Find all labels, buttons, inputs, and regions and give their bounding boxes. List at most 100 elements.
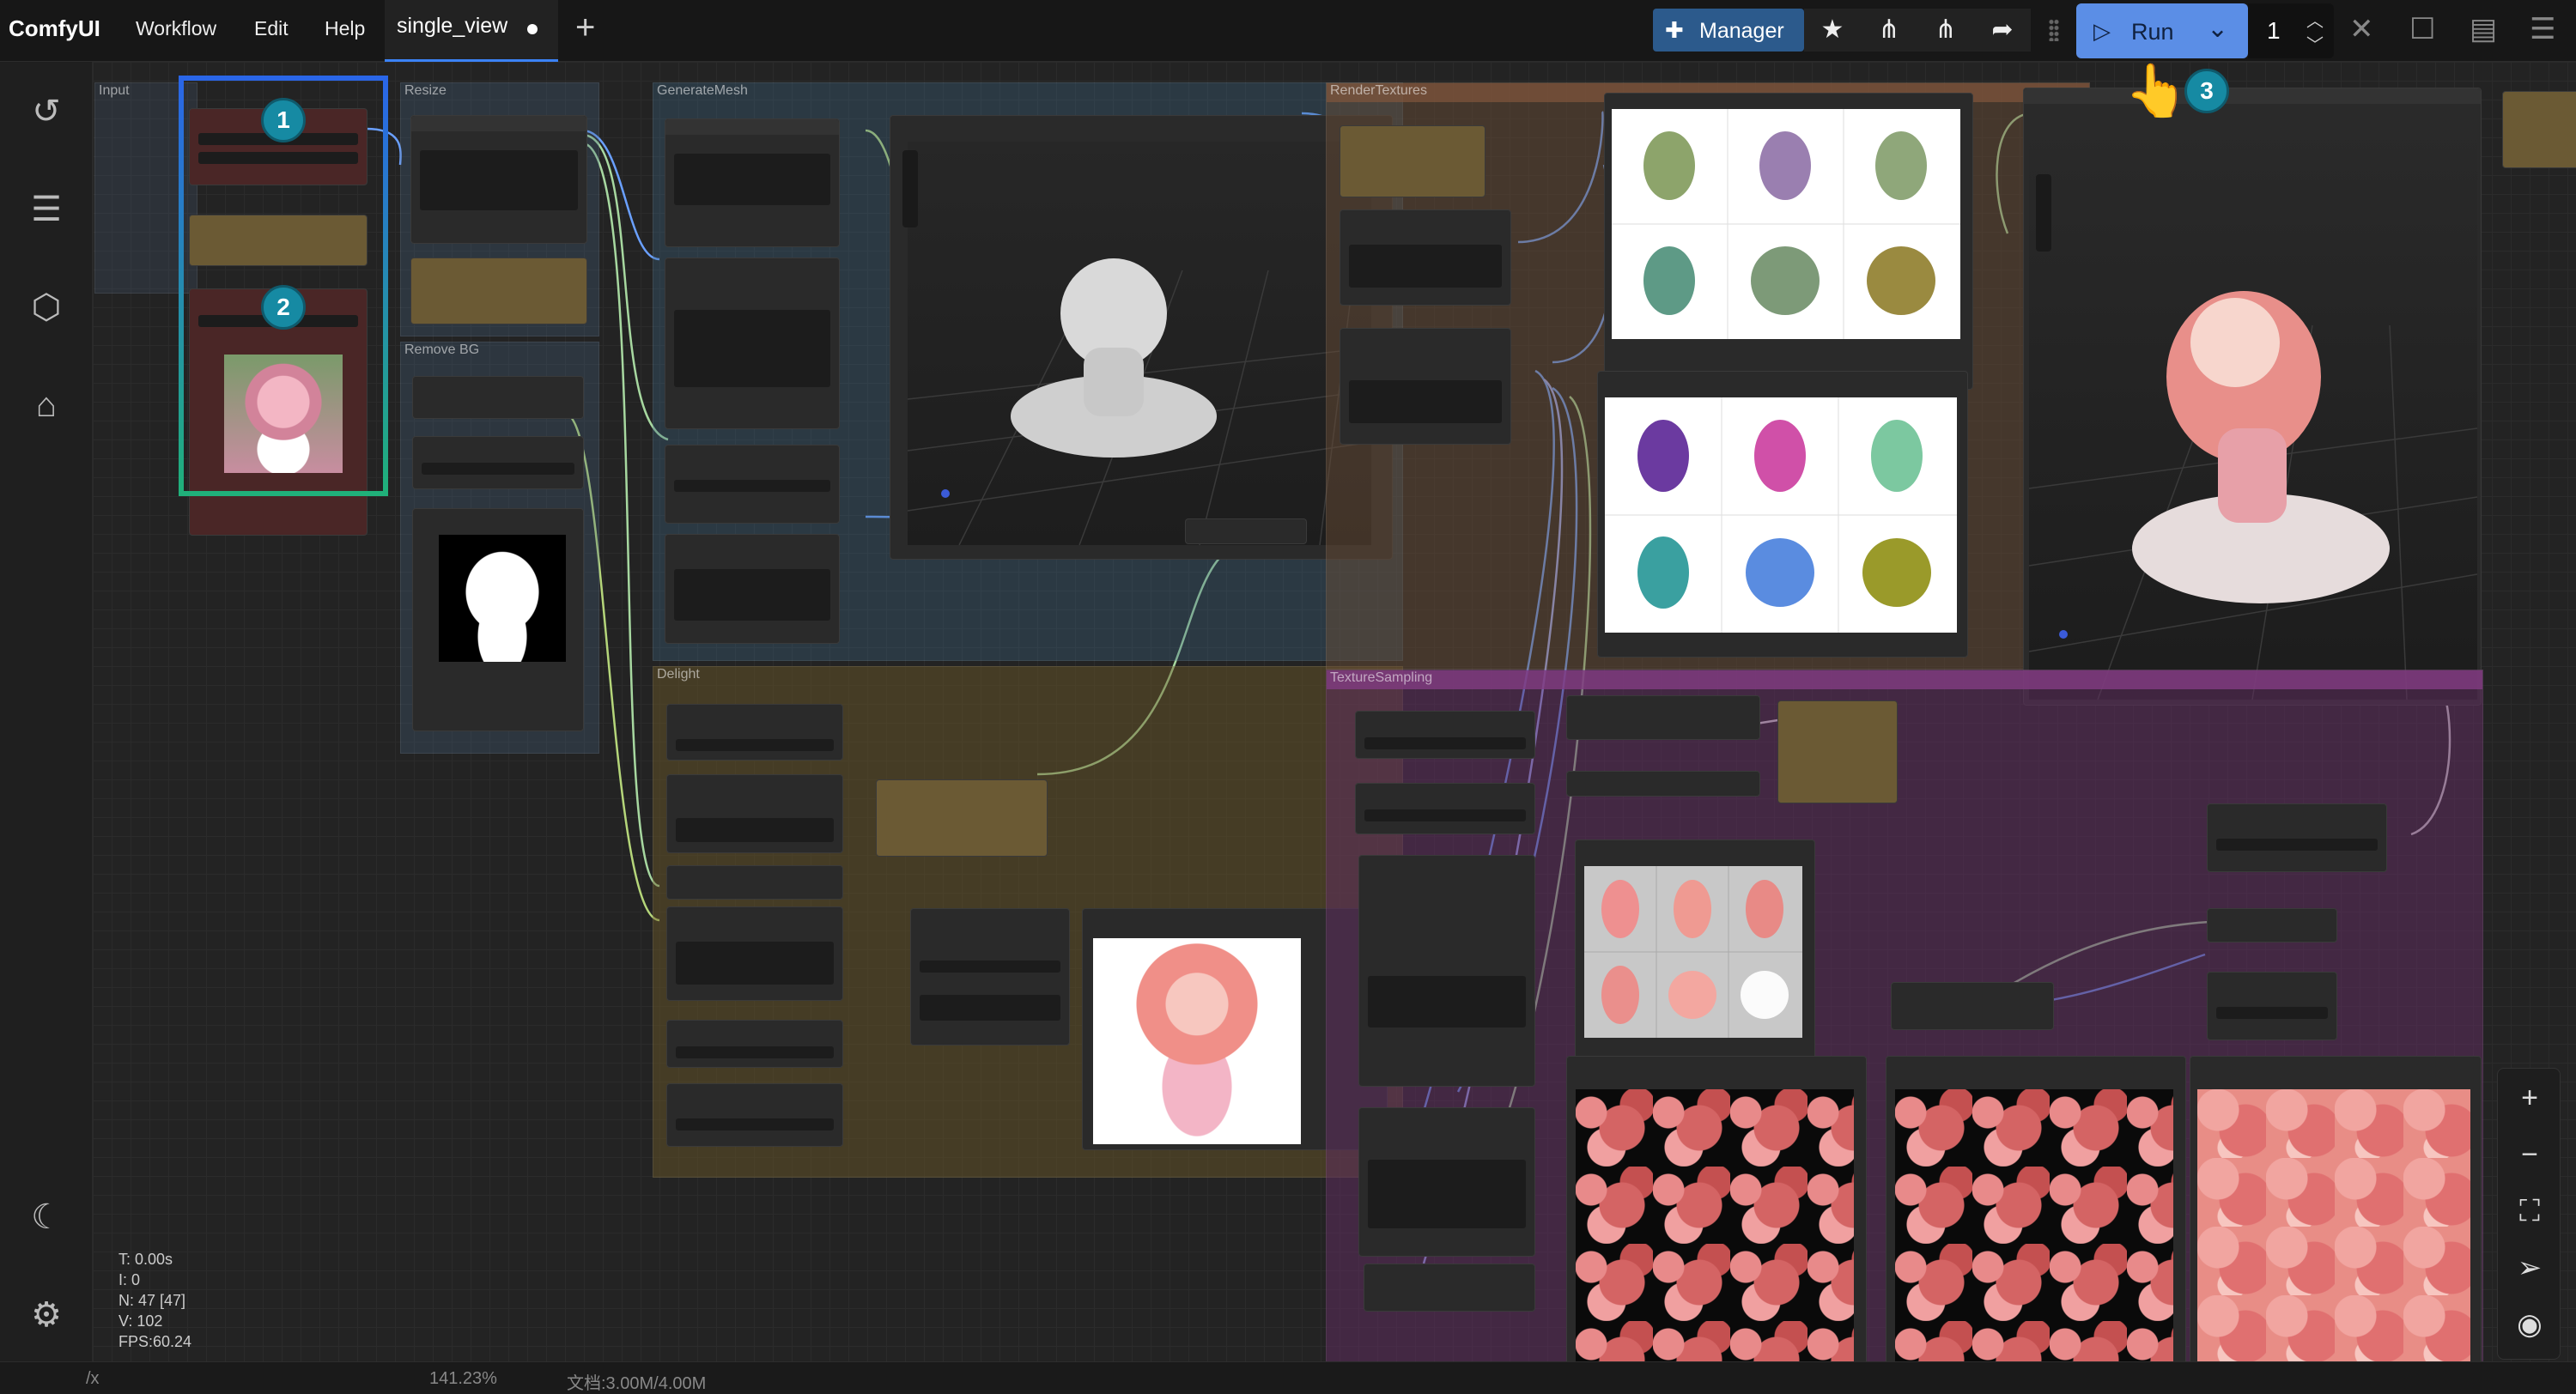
- texture-map-image-1: [1576, 1089, 1854, 1367]
- mesh-sampler-node[interactable]: [665, 258, 840, 429]
- panel-icon[interactable]: ▤: [2470, 12, 2497, 46]
- texture-combine-node[interactable]: [1891, 982, 2054, 1030]
- delight-note-node[interactable]: [876, 779, 1048, 857]
- widget: [676, 942, 834, 985]
- stats-fps: FPS:60.24: [118, 1333, 192, 1350]
- widget: [676, 1046, 834, 1058]
- texture-map-preview-2[interactable]: [1886, 1056, 2186, 1371]
- viewport-toolbar[interactable]: [902, 150, 918, 227]
- mask-preview-node[interactable]: [412, 508, 584, 731]
- unload-models-icon[interactable]: ⋔: [1861, 9, 1917, 52]
- close-icon[interactable]: ✕: [2349, 12, 2374, 46]
- toggle-links-icon[interactable]: ◉: [2498, 1299, 2561, 1350]
- queue-list-icon[interactable]: ☰: [22, 185, 70, 233]
- remove-bg-node[interactable]: [412, 376, 584, 419]
- texture-map-preview-3[interactable]: [2190, 1056, 2482, 1371]
- sampler-seed-node[interactable]: [1566, 695, 1760, 740]
- stats-iterations: I: 0: [118, 1271, 141, 1288]
- sampler-steps-node[interactable]: [1566, 771, 1760, 797]
- gear-icon[interactable]: ⚙: [22, 1291, 70, 1339]
- add-tab-icon[interactable]: +: [575, 10, 595, 45]
- step-badge-1: 1: [261, 98, 306, 142]
- delight-node-2[interactable]: [666, 774, 843, 853]
- viewport-grid: [908, 258, 1371, 545]
- render-config-node[interactable]: [1340, 209, 1511, 306]
- run-button[interactable]: ▷ Run ⌄: [2076, 3, 2248, 58]
- preview-3d-node[interactable]: [890, 115, 1393, 560]
- tab-single-view[interactable]: single_view: [385, 0, 558, 62]
- square-icon[interactable]: ☐: [2409, 12, 2435, 46]
- sampling-note-node[interactable]: [1777, 700, 1898, 803]
- texture-output-node-2[interactable]: [2207, 908, 2337, 942]
- menu-edit[interactable]: Edit: [254, 17, 289, 40]
- textured-3d-viewport[interactable]: [2029, 119, 2477, 700]
- batch-count-value: 1: [2267, 17, 2281, 44]
- fit-view-icon[interactable]: ⛶: [2498, 1185, 2561, 1237]
- chevron-down-icon[interactable]: ⌄: [2207, 14, 2228, 44]
- texture-output-node-3[interactable]: [2207, 972, 2337, 1040]
- offscreen-note-node[interactable]: [2502, 91, 2576, 168]
- widget: [1364, 737, 1526, 749]
- node-header: [411, 116, 586, 131]
- step-badge-2: 2: [261, 285, 306, 330]
- chevron-up-icon[interactable]: ︿: [2306, 7, 2324, 32]
- textured-3d-preview-node[interactable]: [2023, 88, 2482, 706]
- mask-preview-image: [439, 535, 566, 662]
- texture-output-node-1[interactable]: [2207, 803, 2387, 872]
- textured-viewport-toolbar[interactable]: [2036, 174, 2051, 252]
- sampler-config-node-1[interactable]: [1355, 711, 1535, 759]
- mesh-loader-node[interactable]: [665, 118, 840, 247]
- delight-preview-image: [1093, 938, 1301, 1144]
- mesh-postprocess-node[interactable]: [665, 445, 840, 524]
- widget: [1349, 245, 1502, 288]
- manager-button[interactable]: ✚ Manager: [1653, 9, 1804, 52]
- render-multiview-node[interactable]: [1340, 328, 1511, 445]
- mesh-save-node[interactable]: [665, 534, 840, 644]
- texture-map-image-3: [2197, 1089, 2470, 1367]
- sampler-config-node-2[interactable]: [1355, 783, 1535, 834]
- share-icon[interactable]: ➦: [1974, 9, 2031, 52]
- rmbg-options-node[interactable]: [412, 436, 584, 489]
- render-note-node[interactable]: [1340, 125, 1485, 197]
- history-icon[interactable]: ↺: [22, 88, 70, 136]
- drag-handle-icon[interactable]: [2049, 19, 2059, 41]
- folder-icon[interactable]: ⌂: [22, 381, 70, 429]
- normal-maps-preview-node[interactable]: [1604, 93, 1973, 390]
- batch-count-stepper[interactable]: 1 ︿ ﹀: [2248, 3, 2334, 58]
- menu-help[interactable]: Help: [325, 17, 365, 40]
- free-memory-icon[interactable]: ⋔: [1917, 9, 1974, 52]
- zoom-out-icon[interactable]: −: [2498, 1129, 2561, 1180]
- moon-icon[interactable]: ☾: [22, 1193, 70, 1241]
- zoom-in-icon[interactable]: +: [2498, 1072, 2561, 1124]
- delight-node-3[interactable]: [666, 865, 843, 900]
- texture-map-preview-1[interactable]: [1566, 1056, 1867, 1371]
- resize-node[interactable]: [410, 115, 587, 244]
- texture-bake-node[interactable]: [1364, 1264, 1535, 1312]
- chevron-down-small-icon[interactable]: ﹀: [2306, 31, 2324, 56]
- delight-node-5[interactable]: [666, 1020, 843, 1068]
- resize-note-node[interactable]: [410, 258, 587, 324]
- texture-sampler-node[interactable]: [1358, 855, 1535, 1087]
- widget: [1349, 380, 1502, 423]
- node-canvas[interactable]: Input 1 2 Resize Remove BG GenerateMesh: [93, 62, 2576, 1371]
- star-icon[interactable]: ★: [1804, 9, 1861, 52]
- select-mode-icon[interactable]: ➢: [2498, 1242, 2561, 1294]
- group-generate-mesh-title: GenerateMesh: [657, 83, 748, 98]
- widget: [1368, 1160, 1526, 1228]
- delight-process-node[interactable]: [910, 908, 1070, 1046]
- widget: [422, 463, 574, 475]
- model-library-icon[interactable]: ⬡: [22, 283, 70, 331]
- step-badge-3: 3: [2184, 69, 2229, 113]
- texture-inpaint-node[interactable]: [1358, 1107, 1535, 1257]
- multiview-svg: [1584, 866, 1802, 1038]
- mesh-3d-viewport[interactable]: [908, 142, 1371, 545]
- delight-node-6[interactable]: [666, 1083, 843, 1147]
- position-maps-preview-node[interactable]: [1597, 371, 1968, 658]
- hamburger-menu-icon[interactable]: ☰: [2530, 12, 2555, 46]
- mesh-output-node[interactable]: [1185, 518, 1307, 544]
- delight-sampler-node[interactable]: [666, 906, 843, 1001]
- widget: [674, 480, 830, 492]
- menu-workflow[interactable]: Workflow: [136, 17, 216, 40]
- widget: [674, 310, 830, 387]
- delight-node-1[interactable]: [666, 704, 843, 761]
